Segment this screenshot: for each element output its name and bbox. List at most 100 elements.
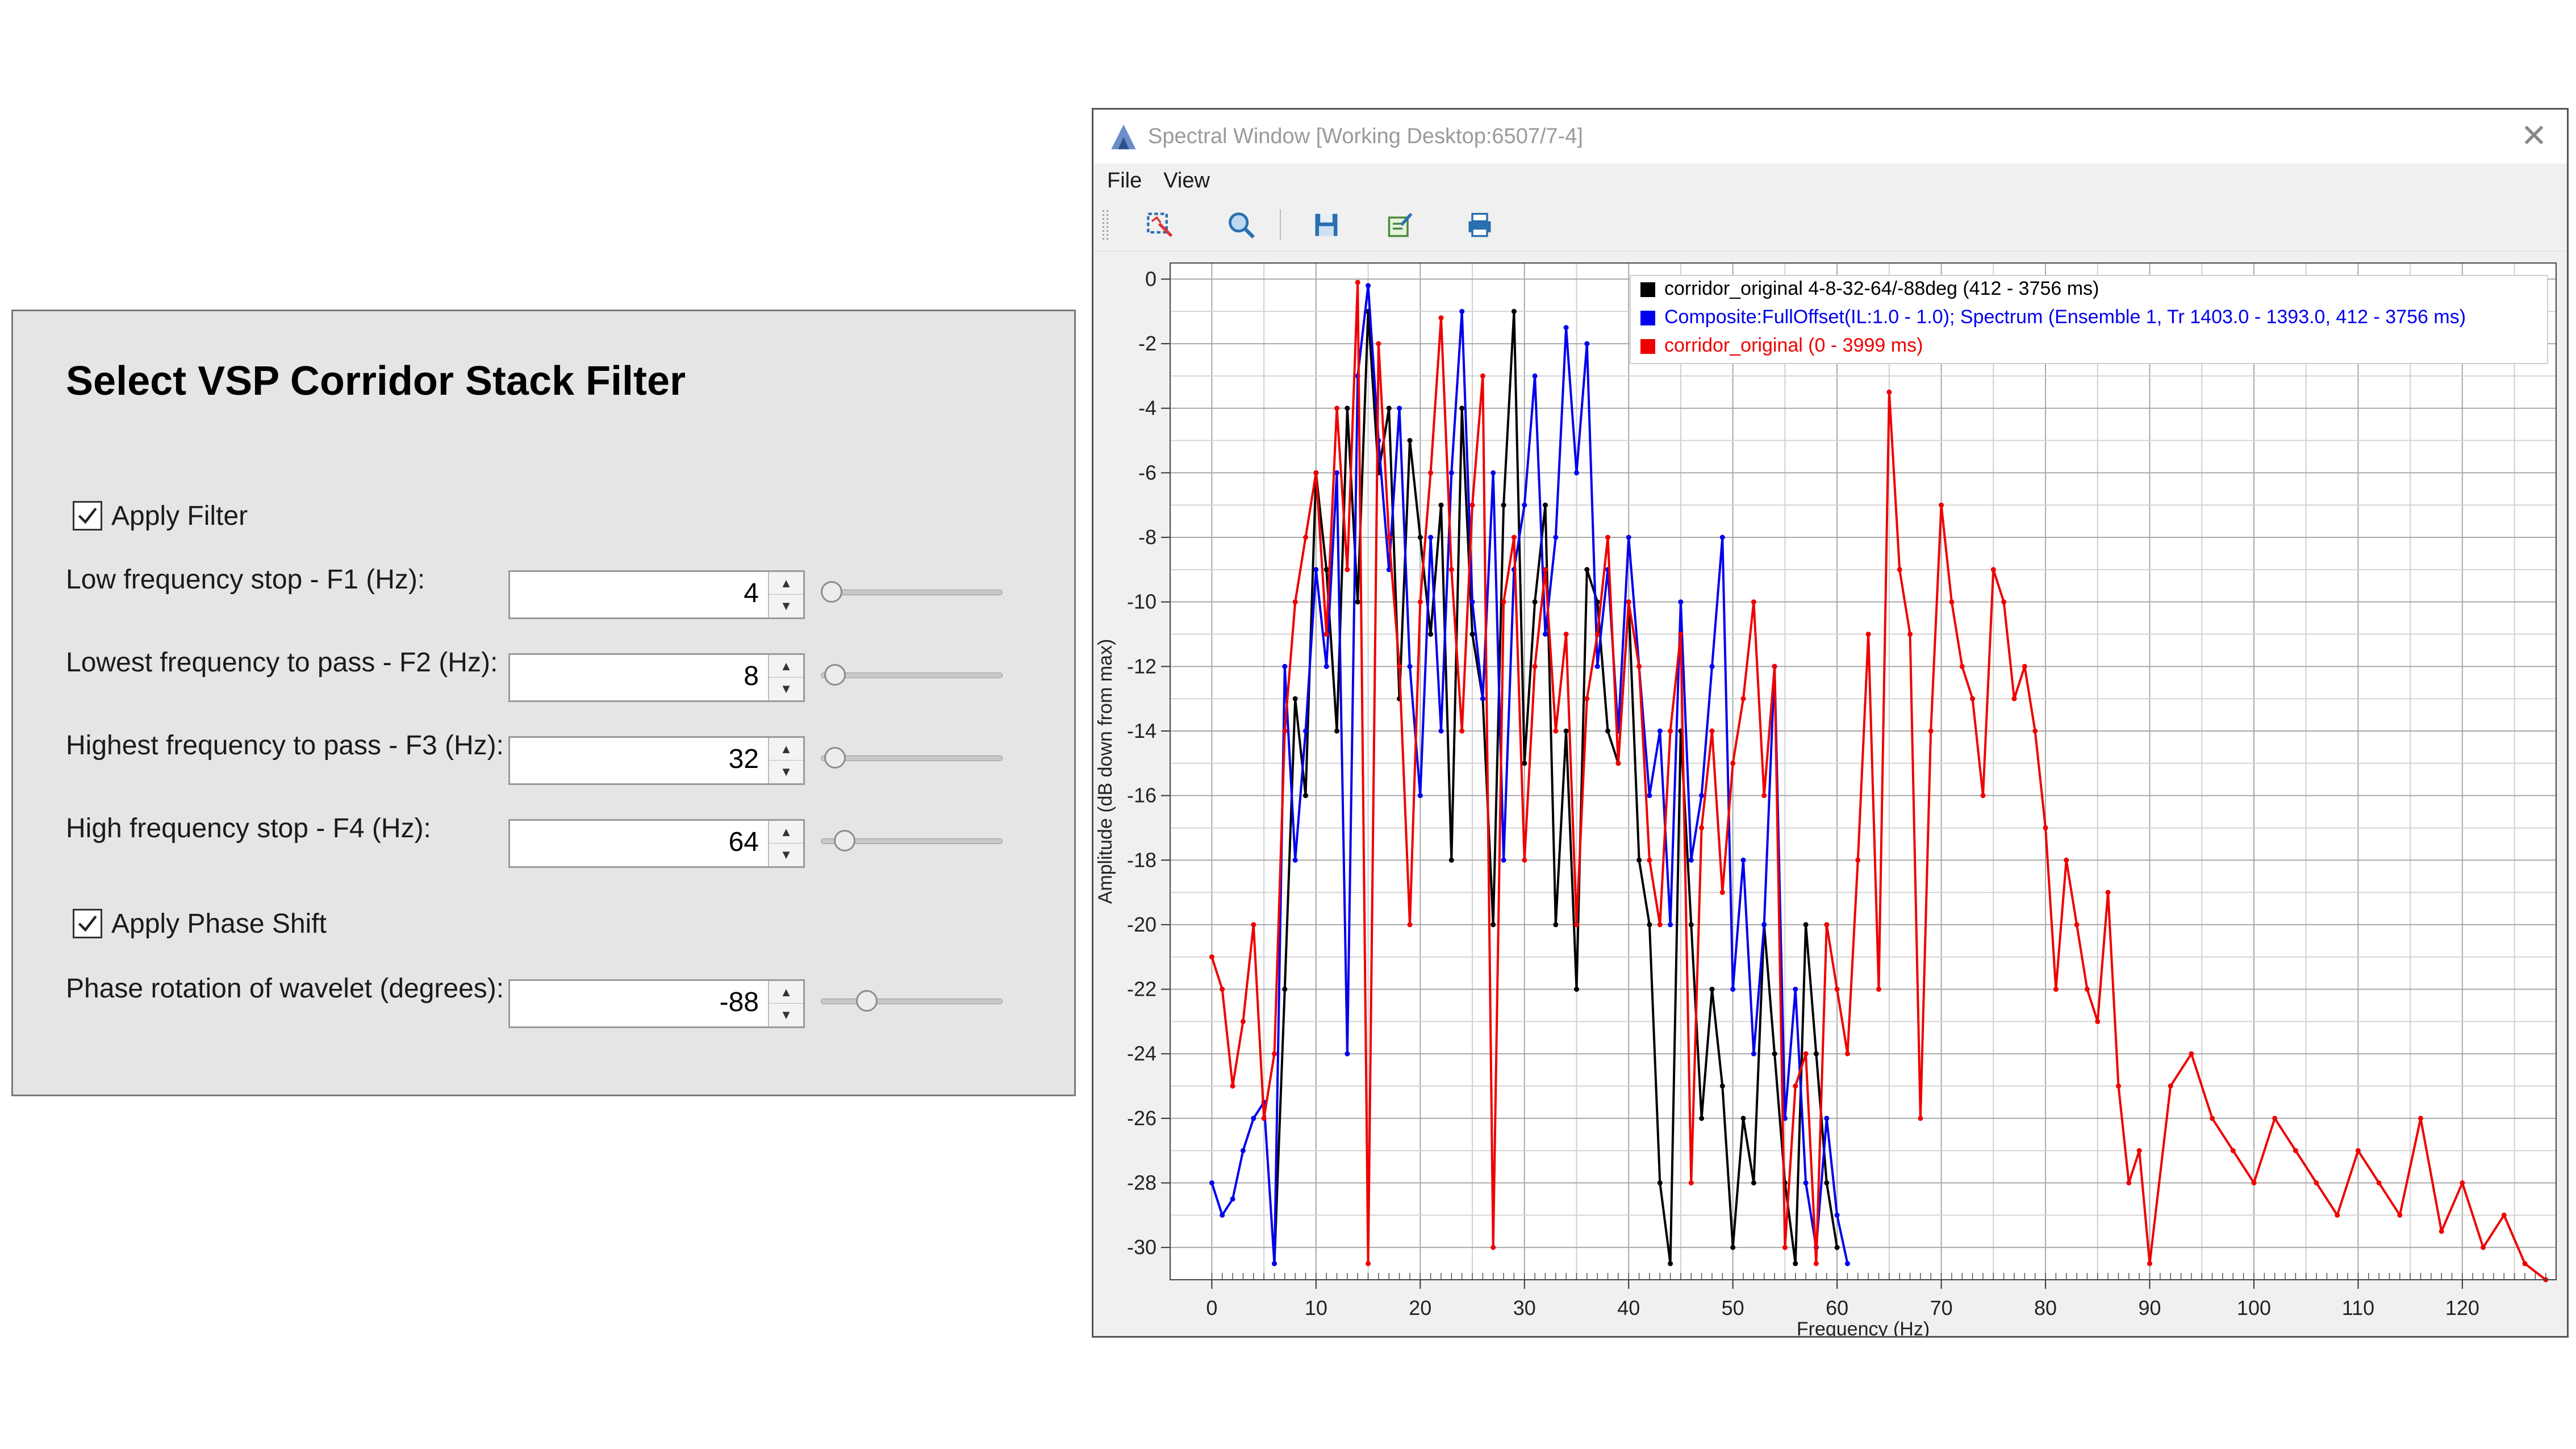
f4-slider[interactable]	[821, 829, 1003, 852]
phase-increment-button[interactable]: ▲	[769, 981, 803, 1004]
data-point	[1469, 632, 1475, 637]
phase-slider[interactable]	[821, 989, 1003, 1012]
data-point	[1251, 1116, 1256, 1121]
legend-entry: corridor_original (0 - 3999 ms)	[1664, 335, 1923, 356]
f3-value[interactable]: 32	[729, 744, 759, 775]
f2-decrement-button[interactable]: ▼	[769, 678, 803, 700]
x-tick-label: 40	[1617, 1296, 1640, 1319]
y-tick-label: -14	[1127, 719, 1157, 742]
data-point	[1803, 1051, 1809, 1057]
f2-spinner[interactable]: 8 ▲ ▼	[508, 653, 805, 702]
y-tick-label: -2	[1138, 332, 1157, 355]
edit-button[interactable]	[1383, 208, 1417, 242]
phase-spinner[interactable]: -88 ▲ ▼	[508, 979, 805, 1028]
print-button[interactable]	[1463, 208, 1497, 242]
data-point	[1543, 567, 1548, 573]
zoom-box-button[interactable]	[1143, 208, 1178, 242]
f3-slider-thumb[interactable]	[824, 747, 846, 769]
f3-slider[interactable]	[821, 746, 1003, 769]
f1-slider[interactable]	[821, 581, 1003, 603]
save-button[interactable]	[1309, 208, 1343, 242]
f4-value[interactable]: 64	[729, 826, 759, 858]
data-point	[1397, 663, 1402, 669]
data-point	[1970, 696, 1976, 701]
spectrum-chart[interactable]: 0 10 20 30 40 50 60 70 80 90 100 110 120 0 -2 -4 -6 -8 -10…	[1093, 252, 2567, 1336]
f1-spinner[interactable]: 4 ▲ ▼	[508, 570, 805, 619]
data-point	[1584, 567, 1590, 573]
x-tick-label: 50	[1722, 1296, 1744, 1319]
menu-view[interactable]: View	[1163, 169, 1210, 193]
data-point	[1688, 857, 1694, 863]
x-tick-label: 20	[1409, 1296, 1431, 1319]
data-point	[2074, 922, 2080, 928]
y-tick-label: -10	[1127, 590, 1157, 613]
data-point	[1563, 632, 1569, 637]
y-tick-label: -8	[1138, 525, 1157, 549]
data-point	[1417, 793, 1423, 799]
data-point	[1282, 987, 1288, 992]
data-point	[1448, 470, 1454, 475]
f4-increment-button[interactable]: ▲	[769, 821, 803, 843]
data-point	[1594, 632, 1600, 637]
f3-spinner[interactable]: 32 ▲ ▼	[508, 736, 805, 785]
data-point	[1469, 599, 1475, 605]
close-button[interactable]: ✕	[2518, 120, 2550, 152]
f1-slider-thumb[interactable]	[821, 581, 842, 603]
apply-phase-shift-checkbox[interactable]	[73, 909, 102, 938]
f2-slider-thumb[interactable]	[824, 664, 846, 686]
f2-slider[interactable]	[821, 663, 1003, 686]
data-point	[1876, 987, 1881, 992]
data-point	[1751, 599, 1756, 605]
data-point	[2022, 663, 2027, 669]
data-point	[1407, 663, 1413, 669]
apply-filter-row[interactable]: Apply Filter	[73, 499, 248, 533]
phase-value[interactable]: -88	[720, 987, 759, 1018]
f4-slider-thumb[interactable]	[833, 830, 855, 851]
data-point	[1292, 857, 1298, 863]
data-point	[1824, 1116, 1830, 1121]
data-point	[1345, 406, 1350, 411]
y-tick-label: 0	[1145, 267, 1157, 290]
data-point	[1553, 922, 1559, 928]
f1-increment-button[interactable]: ▲	[769, 572, 803, 595]
f4-decrement-button[interactable]: ▼	[769, 843, 803, 866]
f3-increment-button[interactable]: ▲	[769, 738, 803, 761]
toolbar-grip[interactable]	[1101, 209, 1109, 240]
x-tick-label: 100	[2237, 1296, 2271, 1319]
legend-swatch	[1640, 282, 1655, 297]
data-point	[1532, 373, 1538, 379]
data-point	[1980, 793, 1986, 799]
data-point	[1688, 1180, 1694, 1185]
data-point	[1324, 632, 1329, 637]
apply-filter-checkbox[interactable]	[73, 501, 102, 531]
zoom-button[interactable]	[1224, 208, 1258, 242]
filter-dialog: Select VSP Corridor Stack Filter Apply F…	[11, 310, 1076, 1096]
f3-decrement-button[interactable]: ▼	[769, 761, 803, 783]
dialog-title: Select VSP Corridor Stack Filter	[66, 358, 686, 404]
f2-value[interactable]: 8	[744, 661, 759, 692]
plot-area[interactable]: 0 10 20 30 40 50 60 70 80 90 100 110 120 0 -2 -4 -6 -8 -10…	[1093, 252, 2567, 1336]
data-point	[1553, 534, 1559, 540]
data-point	[1761, 922, 1767, 928]
window-titlebar[interactable]: Spectral Window [Working Desktop:6507/7-…	[1093, 110, 2567, 164]
phase-label: Phase rotation of wavelet (degrees):	[66, 974, 504, 1004]
f1-value[interactable]: 4	[744, 578, 759, 609]
param-row-phase: Phase rotation of wavelet (degrees): -88…	[13, 974, 1074, 1028]
data-point	[1428, 534, 1434, 540]
data-point	[1417, 599, 1423, 605]
data-point	[1209, 954, 1214, 960]
menu-file[interactable]: File	[1107, 169, 1142, 193]
phase-slider-thumb[interactable]	[856, 990, 878, 1012]
data-point	[2084, 987, 2090, 992]
data-point	[1397, 406, 1402, 411]
f4-spinner[interactable]: 64 ▲ ▼	[508, 819, 805, 868]
data-point	[1292, 599, 1298, 605]
data-point	[1522, 857, 1527, 863]
data-point	[1574, 470, 1579, 475]
apply-phase-shift-row[interactable]: Apply Phase Shift	[73, 907, 327, 941]
f1-decrement-button[interactable]: ▼	[769, 595, 803, 617]
f2-increment-button[interactable]: ▲	[769, 655, 803, 678]
y-tick-label: -26	[1127, 1106, 1157, 1130]
data-point	[1949, 599, 1955, 605]
phase-decrement-button[interactable]: ▼	[769, 1004, 803, 1026]
